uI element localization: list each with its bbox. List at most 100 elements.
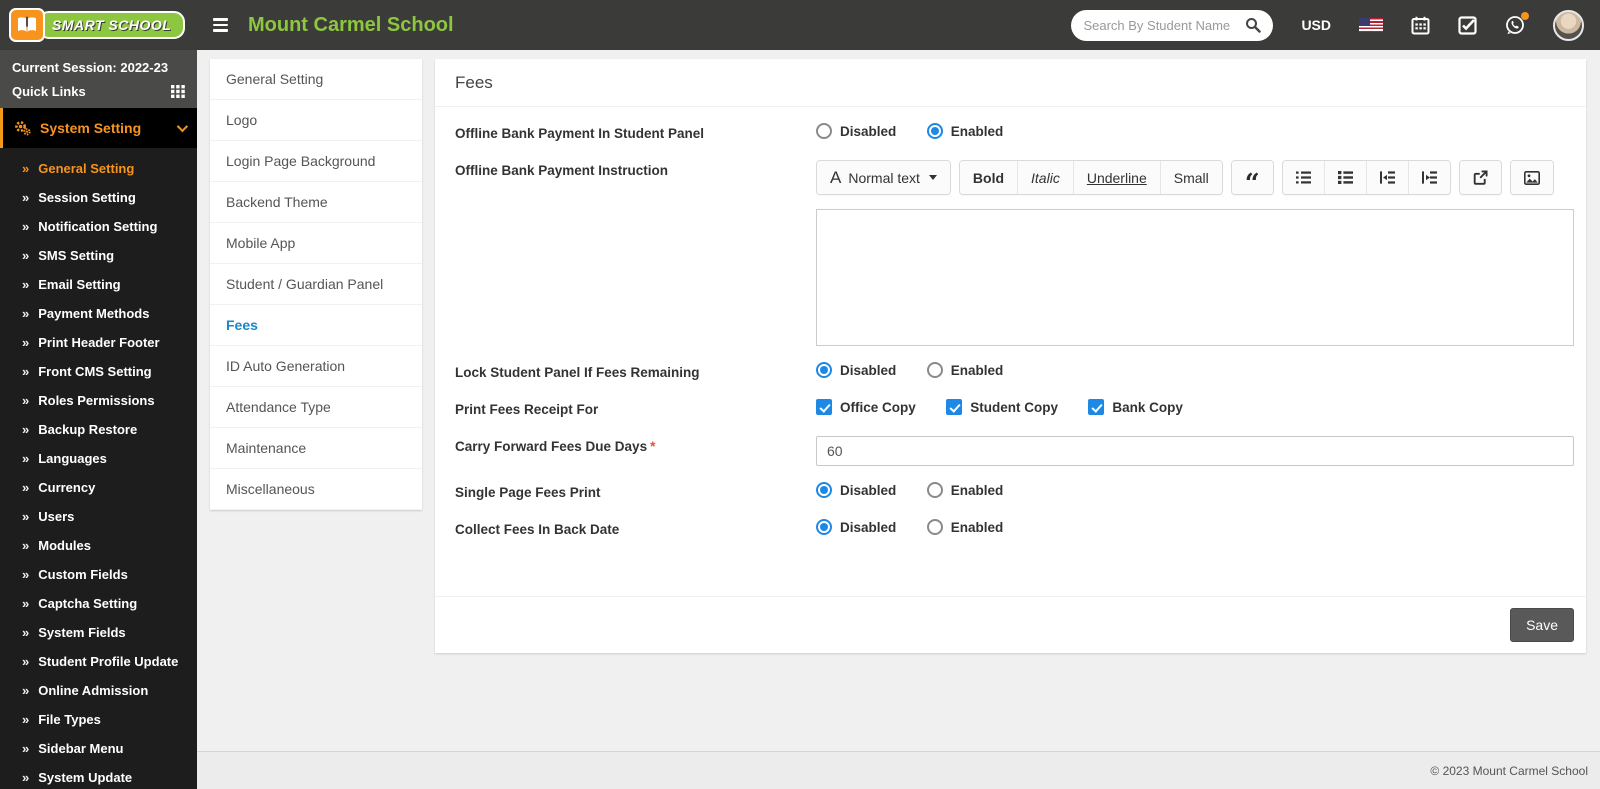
checkbox-icon[interactable] <box>816 399 832 415</box>
underline-button[interactable]: Underline <box>1072 161 1160 194</box>
top-header: SMART SCHOOL Mount Carmel School USD <box>0 0 1600 50</box>
currency-selector[interactable]: USD <box>1301 17 1331 33</box>
sidebar-submenu-item[interactable]: » Notification Setting <box>0 212 197 241</box>
sidebar-submenu-item[interactable]: » Student Profile Update <box>0 647 197 676</box>
radio-icon[interactable] <box>816 362 832 378</box>
radio-icon[interactable] <box>816 519 832 535</box>
sidebar-submenu-item[interactable]: » Backup Restore <box>0 415 197 444</box>
bold-button[interactable]: Bold <box>959 161 1018 194</box>
sidebar-submenu-item[interactable]: » Captcha Setting <box>0 589 197 618</box>
avatar[interactable] <box>1553 9 1584 41</box>
settings-menu-item[interactable]: General Setting <box>210 59 422 100</box>
sidebar-submenu-item[interactable]: » Email Setting <box>0 270 197 299</box>
sidebar-submenu-item[interactable]: » Custom Fields <box>0 560 197 589</box>
settings-menu-item[interactable]: Login Page Background <box>210 141 422 182</box>
sidebar-submenu-item[interactable]: » Session Setting <box>0 183 197 212</box>
checkbox-icon[interactable] <box>946 399 963 415</box>
share-link-button[interactable] <box>1459 161 1501 194</box>
radio-icon[interactable] <box>926 519 943 535</box>
settings-menu-item[interactable]: Backend Theme <box>210 182 422 223</box>
form-row-offline-bank-instruction: Offline Bank Payment Instruction A Norma… <box>455 160 1574 346</box>
carry-forward-days-input[interactable] <box>816 436 1574 466</box>
ordered-list-button[interactable] <box>1282 161 1324 194</box>
radio-option-disabled[interactable]: Disabled <box>816 362 896 378</box>
sidebar-submenu-item[interactable]: » General Setting <box>0 154 197 183</box>
settings-menu-item[interactable]: Logo <box>210 100 422 141</box>
card-footer: Save <box>435 596 1586 653</box>
radio-icon[interactable] <box>926 362 943 378</box>
settings-menu-item[interactable]: Mobile App <box>210 223 422 264</box>
sidebar-submenu-item[interactable]: » Roles Permissions <box>0 386 197 415</box>
sidebar-submenu-item[interactable]: » Payment Methods <box>0 299 197 328</box>
picture-icon <box>1523 170 1540 185</box>
radio-option-enabled[interactable]: Enabled <box>926 123 1003 139</box>
checkbox-office-copy[interactable]: Office Copy <box>816 399 916 415</box>
sidebar-submenu-item[interactable]: » File Types <box>0 705 197 734</box>
sidebar-submenu-item[interactable]: » Currency <box>0 473 197 502</box>
radio-option-enabled[interactable]: Enabled <box>926 362 1003 378</box>
radio-option-disabled[interactable]: Disabled <box>816 519 896 535</box>
settings-menu-item[interactable]: ID Auto Generation <box>210 346 422 387</box>
insert-picture-button[interactable] <box>1510 161 1553 194</box>
sidebar-submenu-item[interactable]: » Modules <box>0 531 197 560</box>
checkbox-icon[interactable] <box>1088 399 1105 415</box>
settings-menu-item[interactable]: Attendance Type <box>210 387 422 428</box>
settings-menu-item[interactable]: Fees <box>210 305 422 346</box>
sidebar-submenu-item[interactable]: » Users <box>0 502 197 531</box>
unordered-list-icon <box>1337 171 1353 184</box>
chevrons-right-icon: » <box>22 393 30 408</box>
radio-icon[interactable] <box>926 482 943 498</box>
radio-option-enabled[interactable]: Enabled <box>926 482 1003 498</box>
radio-option-disabled[interactable]: Disabled <box>816 123 896 139</box>
checkbox-bank-copy[interactable]: Bank Copy <box>1088 399 1183 415</box>
unordered-list-button[interactable] <box>1323 161 1366 194</box>
grid-icon[interactable] <box>171 85 185 98</box>
page-footer: © 2023 Mount Carmel School <box>197 751 1600 789</box>
form-row-offline-bank-payment: Offline Bank Payment In Student Panel Di… <box>455 123 1574 144</box>
checkbox-student-copy[interactable]: Student Copy <box>946 399 1058 415</box>
sidebar-submenu-item[interactable]: » Languages <box>0 444 197 473</box>
editor-textarea[interactable] <box>816 209 1574 346</box>
quick-links[interactable]: Quick Links <box>12 84 185 99</box>
quote-icon: “ <box>1244 168 1260 195</box>
radio-option-disabled[interactable]: Disabled <box>816 482 896 498</box>
sidebar-submenu-item[interactable]: » Sidebar Menu <box>0 734 197 763</box>
sidebar-submenu-item[interactable]: » SMS Setting <box>0 241 197 270</box>
italic-button[interactable]: Italic <box>1017 161 1073 194</box>
radio-icon[interactable] <box>816 123 832 139</box>
calendar-icon[interactable] <box>1411 16 1430 35</box>
app-logo[interactable]: SMART SCHOOL <box>0 0 197 50</box>
sidebar-submenu-item[interactable]: » System Fields <box>0 618 197 647</box>
text-style-dropdown[interactable]: A Normal text <box>817 161 950 194</box>
blockquote-button[interactable]: “ <box>1231 161 1273 195</box>
language-flag-icon[interactable] <box>1359 18 1383 32</box>
indent-button[interactable] <box>1407 161 1450 194</box>
settings-menu-item[interactable]: Maintenance <box>210 428 422 469</box>
form-row-lock-student-panel: Lock Student Panel If Fees Remaining Dis… <box>455 362 1574 383</box>
search-icon[interactable] <box>1245 17 1262 33</box>
radio-option-enabled[interactable]: Enabled <box>926 519 1003 535</box>
settings-menu-item[interactable]: Miscellaneous <box>210 469 422 510</box>
sidebar-item-system-setting[interactable]: System Setting <box>0 108 197 148</box>
chevrons-right-icon: » <box>22 770 30 785</box>
sidebar-submenu-item[interactable]: » Front CMS Setting <box>0 357 197 386</box>
settings-menu-item[interactable]: Student / Guardian Panel <box>210 264 422 305</box>
form-row-carry-forward-days: Carry Forward Fees Due Days * <box>455 436 1574 466</box>
radio-icon[interactable] <box>926 123 943 139</box>
tasks-icon[interactable] <box>1458 15 1477 35</box>
field-label: Offline Bank Payment In Student Panel <box>455 126 705 141</box>
outdent-button[interactable] <box>1365 161 1408 194</box>
chevrons-right-icon: » <box>22 306 30 321</box>
notification-badge <box>1521 12 1529 20</box>
whatsapp-icon[interactable] <box>1505 12 1529 35</box>
radio-icon[interactable] <box>816 482 832 498</box>
sidebar-submenu-item[interactable]: » System Update <box>0 763 197 789</box>
ordered-list-icon <box>1295 171 1311 184</box>
menu-toggle-icon[interactable] <box>213 18 228 32</box>
save-button[interactable]: Save <box>1510 608 1574 642</box>
sidebar-submenu-item[interactable]: » Print Header Footer <box>0 328 197 357</box>
small-text-button[interactable]: Small <box>1159 161 1222 194</box>
search-input[interactable] <box>1083 17 1246 33</box>
sidebar-submenu-item[interactable]: » Online Admission <box>0 676 197 705</box>
fees-form: Offline Bank Payment In Student Panel Di… <box>435 107 1586 570</box>
